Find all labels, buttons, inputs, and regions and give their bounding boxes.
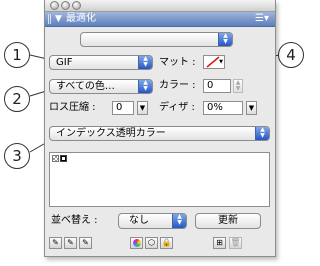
new-color-icon[interactable]: ⊞ bbox=[213, 237, 226, 249]
color-wheel-icon[interactable] bbox=[130, 237, 143, 249]
popup-arrows-icon: ▲ ▼ bbox=[218, 33, 232, 46]
edit-color-icon[interactable]: ✎ bbox=[49, 237, 62, 249]
edit-color-2-icon[interactable]: ✎ bbox=[64, 237, 77, 249]
window-title-bar bbox=[45, 0, 275, 12]
optimize-palette: ▼ 最適化 ☰▾ ▲ ▼ GIF ▲ ▼ マット : ▼ すべての色… ▲ ▼ カラー… bbox=[44, 0, 276, 257]
callout-2: 2 bbox=[4, 86, 30, 112]
web-snap-cube-icon[interactable]: ⬡ bbox=[145, 237, 158, 249]
matte-dropdown-arrow-icon: ▼ bbox=[219, 59, 223, 65]
transparency-popup[interactable]: インデックス透明カラー ▲ ▼ bbox=[49, 126, 270, 141]
format-popup[interactable]: GIF ▲ ▼ bbox=[49, 55, 153, 70]
format-value: GIF bbox=[56, 57, 73, 68]
color-reduction-value: すべての色… bbox=[56, 81, 115, 92]
colors-stepper[interactable]: ▲ ▼ bbox=[233, 79, 243, 93]
colors-field[interactable]: 0 bbox=[203, 79, 231, 93]
update-button[interactable]: 更新 bbox=[195, 213, 261, 229]
black-color-chip[interactable] bbox=[60, 155, 67, 162]
panel-header[interactable]: ▼ 最適化 ☰▾ bbox=[45, 12, 275, 27]
sort-popup[interactable]: なし ▲ ▼ bbox=[118, 213, 187, 229]
callout-3: 3 bbox=[4, 143, 30, 169]
lossy-slider-popup[interactable]: ▼ bbox=[137, 101, 148, 115]
sort-value: なし bbox=[129, 215, 149, 226]
matte-swatch[interactable]: ▼ bbox=[203, 55, 225, 69]
collapse-triangle-icon[interactable]: ▼ bbox=[55, 14, 62, 24]
popup-arrows-icon: ▲ ▼ bbox=[255, 127, 269, 140]
callout-4: 4 bbox=[278, 42, 304, 68]
popup-arrows-icon: ▲ ▼ bbox=[138, 56, 152, 69]
colors-label: カラー : bbox=[159, 80, 196, 91]
color-reduction-popup[interactable]: すべての色… ▲ ▼ bbox=[49, 79, 153, 94]
popup-arrows-icon: ▲ ▼ bbox=[138, 80, 152, 93]
popup-arrows-icon: ▲ ▼ bbox=[172, 214, 186, 228]
transparency-value: インデックス透明カラー bbox=[56, 128, 166, 139]
lossy-label: ロス圧縮 : bbox=[49, 102, 96, 113]
dither-label: ディザ : bbox=[159, 102, 195, 113]
color-table[interactable] bbox=[49, 152, 270, 207]
panel-menu-icon[interactable]: ☰▾ bbox=[255, 13, 269, 25]
dither-field[interactable]: 0% bbox=[203, 101, 243, 115]
minimize-window-button[interactable] bbox=[61, 1, 70, 10]
drag-grip-icon[interactable] bbox=[48, 14, 52, 24]
sort-label: 並べ替え : bbox=[51, 215, 98, 226]
callout-1: 1 bbox=[4, 42, 30, 68]
lock-color-icon[interactable]: 🔒 bbox=[160, 237, 173, 249]
close-window-button[interactable] bbox=[50, 1, 59, 10]
panel-title: 最適化 bbox=[66, 13, 96, 24]
dither-slider-popup[interactable]: ▼ bbox=[246, 101, 257, 115]
saved-settings-popup[interactable]: ▲ ▼ bbox=[80, 32, 233, 47]
edit-color-3-icon[interactable]: ✎ bbox=[79, 237, 92, 249]
lossy-field[interactable]: 0 bbox=[112, 101, 134, 115]
trash-icon[interactable]: 🗑 bbox=[229, 237, 242, 249]
matte-label: マット : bbox=[159, 57, 196, 68]
transparent-color-chip[interactable] bbox=[52, 155, 59, 162]
zoom-window-button[interactable] bbox=[72, 1, 81, 10]
